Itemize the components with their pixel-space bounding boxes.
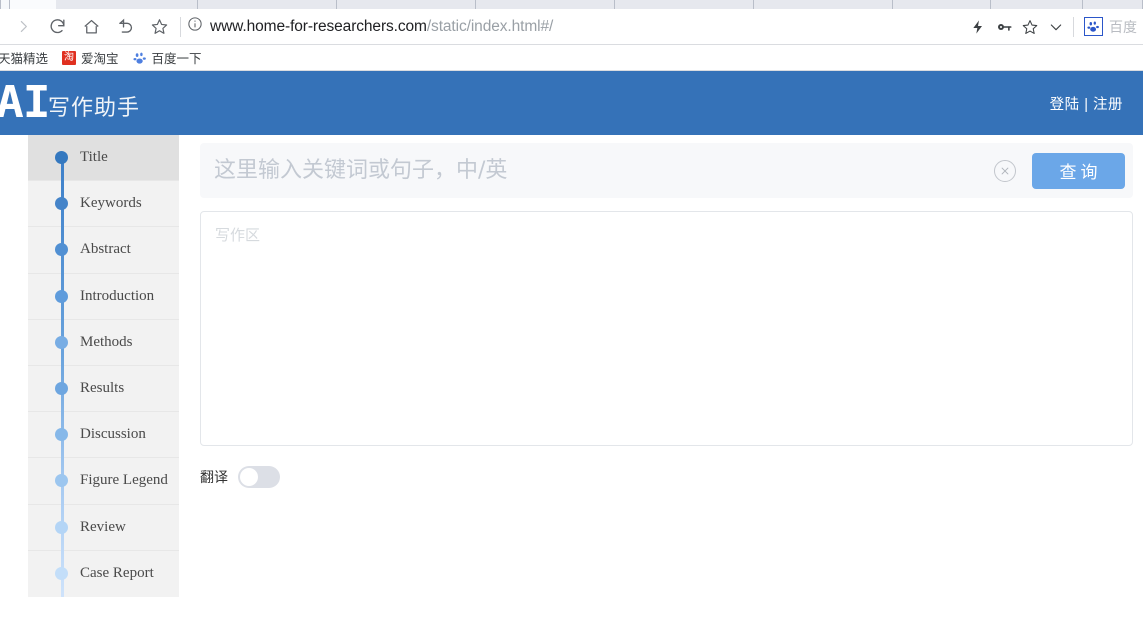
browser-tab[interactable] [615, 0, 754, 9]
home-icon[interactable] [74, 12, 108, 42]
lightning-icon[interactable] [965, 13, 991, 41]
url-path: /static/index.html#/ [426, 17, 554, 35]
sidebar-item-methods[interactable]: Methods [28, 320, 179, 366]
timeline-dot-icon [55, 567, 68, 581]
sidebar-item-label: Title [80, 149, 108, 166]
star-outline-icon[interactable] [1017, 13, 1043, 41]
main-content: 查询 翻译 [179, 135, 1143, 619]
sidebar-item-label: Introduction [80, 287, 155, 304]
query-button[interactable]: 查询 [1032, 152, 1125, 189]
browser-tab[interactable] [754, 0, 893, 9]
timeline-dot-icon [55, 335, 68, 349]
toggle-knob [240, 468, 258, 486]
bookmark-star-icon[interactable] [142, 12, 176, 42]
browser-tab[interactable] [893, 0, 991, 9]
browser-tab[interactable] [56, 0, 198, 9]
sidebar-item-abstract[interactable]: Abstract [28, 227, 179, 274]
toolbar-right-group: 百度 [957, 13, 1137, 41]
search-input[interactable] [214, 158, 994, 183]
brand-mark: AI [0, 77, 51, 128]
clear-circle-icon[interactable] [994, 159, 1016, 182]
login-register-link[interactable]: 登陆 | 注册 [1050, 93, 1123, 114]
key-icon[interactable] [991, 13, 1017, 41]
translate-label: 翻译 [200, 469, 228, 485]
baidu-extension-label: 百度 [1109, 18, 1137, 35]
browser-navigation-bar: www.home-for-researchers.com/static/inde… [0, 9, 1143, 45]
timeline-dot-icon [55, 197, 68, 211]
sidebar-item-label: Case Report [80, 565, 154, 582]
timeline-dot-icon [55, 428, 68, 442]
bookmark-item[interactable]: 天猫精选 [0, 47, 55, 69]
timeline-dot-icon [55, 289, 68, 303]
timeline-dot-icon [55, 520, 68, 534]
app-header: AI 写作助手 登陆 | 注册 [0, 71, 1143, 135]
browser-tab[interactable] [476, 0, 615, 9]
brand-text: 写作助手 [47, 95, 140, 120]
sidebar-item-label: Methods [80, 333, 133, 350]
sidebar-item-label: Review [80, 518, 126, 535]
page-body: Title Keywords Abstract Introduction Met… [0, 135, 1143, 619]
browser-tab[interactable] [991, 0, 1083, 9]
url-domain: www.home-for-researchers.com [210, 17, 427, 35]
browser-chrome: www.home-for-researchers.com/static/inde… [0, 0, 1143, 71]
sidebar-item-results[interactable]: Results [28, 366, 179, 413]
baidu-paw-icon [132, 51, 147, 65]
search-bar: 查询 [200, 143, 1133, 198]
sidebar-item-label: Discussion [80, 426, 146, 443]
sidebar-item-figure-legend[interactable]: Figure Legend [28, 458, 179, 505]
bookmark-label: 天猫精选 [0, 52, 49, 66]
bookmark-label: 爱淘宝 [81, 52, 119, 66]
browser-tab[interactable] [337, 0, 476, 9]
browser-tab[interactable] [0, 0, 10, 9]
reload-icon[interactable] [40, 12, 74, 42]
section-sidebar: Title Keywords Abstract Introduction Met… [28, 135, 179, 597]
sidebar-item-review[interactable]: Review [28, 505, 179, 551]
bookmark-item[interactable]: 淘 爱淘宝 [55, 47, 126, 69]
sidebar-item-keywords[interactable]: Keywords [28, 181, 179, 228]
toolbar-divider [180, 16, 181, 37]
sidebar-item-label: Results [80, 380, 125, 397]
writing-area-container [200, 211, 1133, 446]
timeline-dot-icon [55, 382, 68, 396]
browser-tab[interactable] [198, 0, 337, 9]
sidebar-item-label: Abstract [80, 241, 131, 258]
timeline-dot-icon [55, 474, 68, 488]
baidu-paw-icon [1084, 17, 1103, 36]
toolbar-divider-2 [1073, 16, 1074, 37]
info-circle-icon[interactable] [187, 16, 203, 37]
timeline-dot-icon [55, 243, 68, 257]
address-bar[interactable]: www.home-for-researchers.com/static/inde… [187, 12, 957, 42]
translate-control: 翻译 [200, 466, 1133, 488]
bookmark-label: 百度一下 [151, 52, 202, 66]
browser-tab[interactable] [1083, 0, 1143, 9]
bookmarks-bar: 天猫精选 淘 爱淘宝 百度一下 [0, 45, 1143, 71]
baidu-extension[interactable]: 百度 [1080, 17, 1137, 37]
chevron-down-icon[interactable] [1043, 13, 1069, 41]
brand-logo[interactable]: AI 写作助手 [0, 81, 140, 125]
sidebar-item-discussion[interactable]: Discussion [28, 412, 179, 459]
bookmark-item[interactable]: 百度一下 [126, 47, 209, 69]
timeline-dot-icon [55, 151, 68, 165]
tab-gap [10, 0, 56, 9]
tab-strip[interactable] [0, 0, 1143, 9]
sidebar-item-label: Figure Legend [80, 472, 168, 489]
writing-area-input[interactable] [215, 224, 1118, 433]
sidebar-item-case-report[interactable]: Case Report [28, 551, 179, 597]
translate-toggle[interactable] [238, 466, 280, 488]
taobao-icon: 淘 [62, 50, 77, 65]
sidebar-item-label: Keywords [80, 195, 142, 212]
forward-icon[interactable] [6, 12, 40, 42]
url-text: www.home-for-researchers.com/static/inde… [210, 18, 553, 36]
sidebar-item-title[interactable]: Title [28, 135, 179, 182]
undo-icon[interactable] [108, 12, 142, 42]
sidebar-item-introduction[interactable]: Introduction [28, 274, 179, 320]
